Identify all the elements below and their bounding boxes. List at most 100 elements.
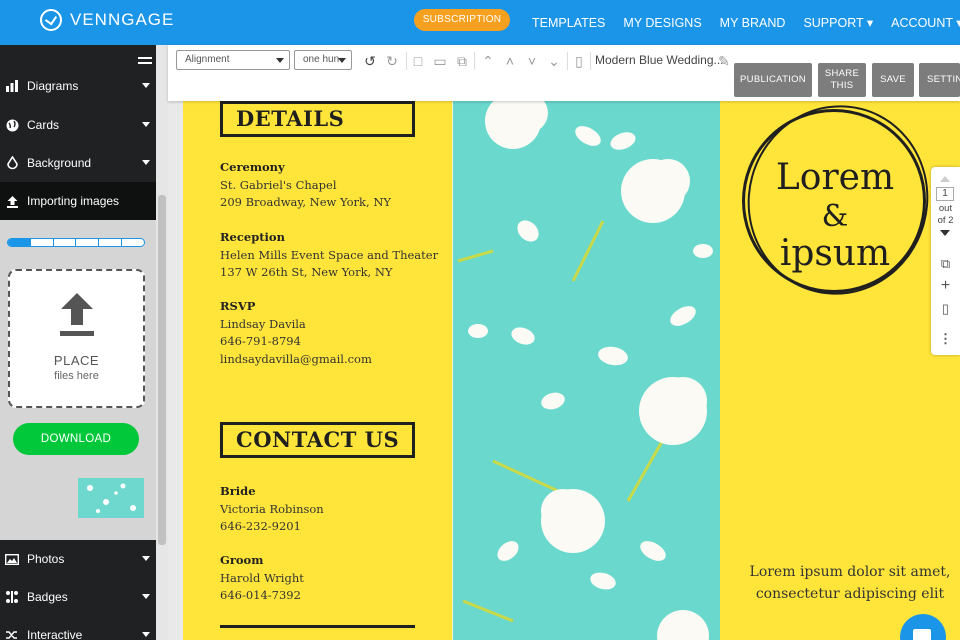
sidebar-item-background[interactable]: Background xyxy=(0,144,156,182)
groom-name: Harold Wright xyxy=(220,570,304,585)
details-heading[interactable]: DETAILS xyxy=(220,101,415,137)
reception-block[interactable]: Reception Helen Mills Event Space and Th… xyxy=(220,229,438,282)
share-button[interactable]: SHARE THIS xyxy=(818,63,866,97)
contact-us-heading[interactable]: CONTACT US xyxy=(220,422,415,458)
settings-button[interactable]: SETTIN xyxy=(919,63,960,97)
document-title[interactable]: Modern Blue Wedding... xyxy=(595,53,724,67)
venngage-logo[interactable]: VENNGAGE xyxy=(40,9,174,31)
send-to-back-icon[interactable]: ⌄ xyxy=(546,53,562,69)
sidebar-scrollbar-thumb[interactable] xyxy=(158,195,166,545)
chevron-down-icon xyxy=(276,58,284,63)
drop-icon xyxy=(5,156,19,170)
redo-icon[interactable]: ↻ xyxy=(384,53,400,69)
body-text[interactable]: Lorem ipsum dolor sit amet, consectetur … xyxy=(740,561,960,605)
bring-to-front-icon[interactable]: ⌃ xyxy=(480,53,496,69)
logo-check-icon xyxy=(40,9,62,31)
page-down-icon[interactable] xyxy=(940,230,950,236)
sidebar-item-label: Background xyxy=(27,156,92,170)
bride-label: Bride xyxy=(220,484,256,498)
editor-toolbar: Alignment one hun ↺ ↻ □ ▭ ⧉ ⌃ ˄ ˅ ⌄ ▯ Mo… xyxy=(168,45,960,101)
sidebar-item-label: Badges xyxy=(27,590,68,604)
rsvp-block[interactable]: RSVP Lindsay Davila 646-791-8794 lindsay… xyxy=(220,298,372,368)
nav-support[interactable]: SUPPORT ▾ xyxy=(803,15,873,30)
rsvp-label: RSVP xyxy=(220,299,256,313)
reception-label: Reception xyxy=(220,230,285,244)
left-sidebar: Diagrams Cards Background Importing imag… xyxy=(0,45,168,640)
delete-page-icon[interactable]: ▯ xyxy=(939,302,952,315)
bring-forward-icon[interactable]: ˄ xyxy=(502,53,518,69)
upload-arrow-icon xyxy=(60,293,94,336)
nav-my-designs[interactable]: MY DESIGNS xyxy=(623,16,701,30)
chevron-down-icon xyxy=(142,122,150,127)
sidebar-item-importing-images[interactable]: Importing images xyxy=(0,182,156,220)
chevron-down-icon xyxy=(142,594,150,599)
sidebar-item-interactive[interactable]: Interactive xyxy=(0,616,156,640)
duplicate-icon[interactable]: ⧉ xyxy=(454,53,470,69)
sidebar-item-photos[interactable]: Photos xyxy=(0,540,156,578)
subscription-button[interactable]: SUBSCRIPTION xyxy=(414,9,510,31)
flower-photo[interactable] xyxy=(453,101,720,640)
undo-icon[interactable]: ↺ xyxy=(362,53,378,69)
rsvp-phone: 646-791-8794 xyxy=(220,334,301,348)
page-up-icon[interactable] xyxy=(940,176,950,182)
sidebar-item-label: Photos xyxy=(27,552,65,566)
chevron-down-icon xyxy=(338,58,346,63)
bride-block[interactable]: Bride Victoria Robinson 646-232-9201 xyxy=(220,483,324,536)
lock-icon[interactable]: ▭ xyxy=(432,53,448,69)
badge-icon xyxy=(5,590,19,604)
add-page-icon[interactable]: + xyxy=(939,278,952,294)
reception-address: 137 W 26th St, New York, NY xyxy=(220,265,393,279)
send-backward-icon[interactable]: ˅ xyxy=(524,53,540,69)
shuffle-icon xyxy=(5,628,19,640)
nav-account[interactable]: ACCOUNT ▾ xyxy=(891,15,960,30)
nav-templates[interactable]: TEMPLATES xyxy=(532,16,605,30)
crop-icon[interactable]: □ xyxy=(410,53,426,69)
brand-name: VENNGAGE xyxy=(70,10,175,29)
download-button[interactable]: DOWNLOAD xyxy=(13,423,139,455)
sidebar-item-label: Importing images xyxy=(27,194,120,208)
save-button[interactable]: SAVE xyxy=(872,63,914,97)
chevron-down-icon xyxy=(142,632,150,637)
groom-label: Groom xyxy=(220,553,264,567)
alignment-value: Alignment xyxy=(185,54,230,65)
sidebar-item-cards[interactable]: Cards xyxy=(0,106,156,144)
ceremony-address: 209 Broadway, New York, NY xyxy=(220,195,391,209)
design-canvas: DETAILS Ceremony St. Gabriel's Chapel 20… xyxy=(183,101,960,640)
publication-button[interactable]: PUBLICATION xyxy=(734,63,812,97)
size-select[interactable]: one hun xyxy=(294,50,352,70)
upload-title: PLACE xyxy=(53,353,100,368)
bride-phone: 646-232-9201 xyxy=(220,519,301,533)
sidebar-item-diagrams[interactable]: Diagrams xyxy=(0,67,156,105)
trash-icon[interactable]: ▯ xyxy=(571,53,587,69)
page-of-label: of 2 xyxy=(937,215,954,226)
headline-lorem[interactable]: Lorem xyxy=(760,157,910,198)
divider-line xyxy=(220,625,415,628)
more-options-icon[interactable]: ⋮ xyxy=(939,332,952,345)
nav-my-brand[interactable]: MY BRAND xyxy=(720,16,786,30)
flyer-panel-right[interactable]: Lorem & ipsum Lorem ipsum dolor sit amet… xyxy=(720,101,960,640)
reception-venue: Helen Mills Event Space and Theater xyxy=(220,247,439,262)
page-number-input[interactable]: 1 xyxy=(936,187,954,201)
sidebar-item-label: Interactive xyxy=(27,628,83,640)
uploaded-image-thumbnail[interactable] xyxy=(78,478,144,518)
edit-icon[interactable]: ✎ xyxy=(716,53,732,69)
headline-ampersand[interactable]: & xyxy=(760,199,910,234)
upload-icon xyxy=(5,194,19,208)
size-value: one hun xyxy=(303,54,340,65)
alignment-select[interactable]: Alignment xyxy=(176,50,290,70)
page-navigator: 1 out of 2 ⧉ + ▯ ⋮ xyxy=(931,167,960,355)
ceremony-block[interactable]: Ceremony St. Gabriel's Chapel 209 Broadw… xyxy=(220,159,391,212)
chevron-down-icon xyxy=(142,160,150,165)
chevron-down-icon xyxy=(142,556,150,561)
flyer-panel-left[interactable]: DETAILS Ceremony St. Gabriel's Chapel 20… xyxy=(183,101,453,640)
upload-dropzone[interactable]: PLACE files here xyxy=(8,269,145,408)
chevron-down-icon xyxy=(142,83,150,88)
body-line-1: Lorem ipsum dolor sit amet, xyxy=(749,564,951,580)
globe-icon xyxy=(5,118,19,132)
sidebar-item-badges[interactable]: Badges xyxy=(0,578,156,616)
rsvp-name: Lindsay Davila xyxy=(220,316,306,331)
headline-ipsum[interactable]: ipsum xyxy=(760,233,910,274)
groom-block[interactable]: Groom Harold Wright 646-014-7392 xyxy=(220,552,304,605)
groom-phone: 646-014-7392 xyxy=(220,588,301,602)
copy-page-icon[interactable]: ⧉ xyxy=(939,257,952,270)
